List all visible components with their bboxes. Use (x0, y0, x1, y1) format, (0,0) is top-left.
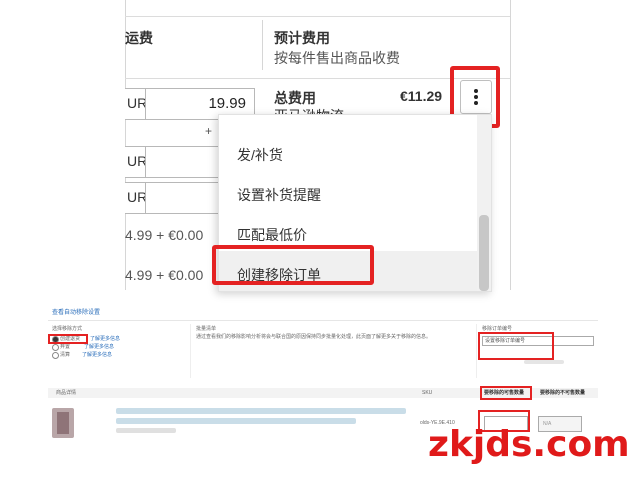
currency-label: UR (125, 146, 147, 178)
row-divider (125, 16, 510, 17)
menu-scrollbar[interactable] (477, 115, 491, 291)
highlight-order-id (478, 332, 554, 360)
divider (48, 320, 598, 321)
highlight-sellable-col (480, 386, 532, 400)
col-header-product: 商品详情 (56, 390, 77, 396)
fee-breakdown: 4.99 + €0.00 (125, 267, 204, 283)
min-price-input[interactable] (145, 146, 225, 178)
shipping-column-header: 运费 (125, 30, 153, 46)
menu-item-match-low-price[interactable]: 匹配最低价 (237, 225, 307, 245)
learn-more-link[interactable]: 了解更多信息 (90, 336, 120, 342)
batch-label: 批量清单 (196, 326, 217, 332)
section-title[interactable]: 查看自动移除设置 (52, 310, 100, 316)
estimated-fees-subheader: 按每件售出商品收费 (274, 50, 400, 66)
radio-label: 清算 (60, 352, 71, 358)
watermark-text: zkjds.com (428, 424, 630, 465)
highlight-create-return (48, 334, 88, 344)
menu-item-partial[interactable] (237, 115, 241, 119)
menu-item-restock-alert[interactable]: 设置补货提醒 (237, 185, 321, 205)
col-header-sku: SKU (422, 390, 433, 396)
total-fees-value: €11.29 (400, 88, 443, 104)
batch-description: 通过查看我们的移除影响分析将会与联合国的原因保持同步批量化处理，此页面了解更多关… (196, 334, 432, 340)
max-price-input[interactable] (145, 182, 225, 214)
fba-inventory-panel: 运费 预计费用 按每件售出商品收费 UR 19.99 + UR UR 4.99 … (0, 0, 642, 292)
divider (476, 324, 477, 378)
radio-liquidate[interactable] (52, 352, 59, 359)
blurred-text (524, 360, 564, 364)
removal-method-label: 选择移除方式 (52, 326, 83, 332)
estimated-fees-header: 预计费用 (274, 30, 330, 46)
menu-scrollbar-thumb[interactable] (479, 215, 489, 291)
currency-label: UR (125, 182, 147, 214)
learn-more-link[interactable]: 了解更多信息 (84, 344, 114, 350)
column-divider (262, 20, 263, 70)
highlight-create-removal (212, 245, 374, 285)
radio-dispose[interactable] (52, 344, 59, 351)
column-divider (510, 0, 511, 290)
currency-label: UR (125, 88, 147, 120)
radio-label: 弃置 (60, 344, 71, 350)
col-header-unsellable: 要移除的不可售数量 (540, 390, 586, 396)
divider (190, 324, 191, 378)
plus-sign: + (205, 124, 213, 138)
blurred-product-title (116, 408, 406, 414)
learn-more-link[interactable]: 了解更多信息 (82, 352, 112, 358)
fee-breakdown: 4.99 + €0.00 (125, 227, 204, 243)
blurred-asin (116, 428, 176, 433)
menu-item-send-replenish[interactable]: 发/补货 (237, 145, 283, 165)
total-fees-label: 总费用 (274, 90, 316, 106)
blurred-product-title (116, 418, 356, 424)
product-thumbnail (52, 408, 74, 438)
